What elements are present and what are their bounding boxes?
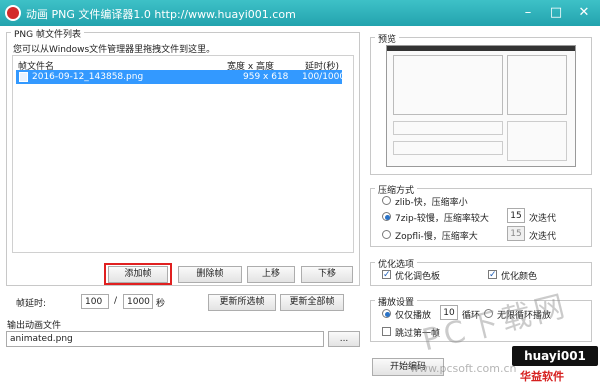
update-all-button[interactable]: 更新全部帧 — [280, 294, 344, 311]
huayi-logo: huayi001 — [512, 346, 598, 366]
png-file-icon — [19, 72, 28, 82]
update-selected-button[interactable]: 更新所选帧 — [208, 294, 276, 311]
frame-size: 959 x 618 — [243, 72, 289, 82]
delay-label: 帧延时: — [16, 299, 47, 309]
watermark-url: www.pcsoft.com.cn — [410, 362, 517, 375]
7zip-iterations-input[interactable]: 15 — [507, 208, 525, 223]
frame-list[interactable] — [12, 55, 354, 253]
delay-numerator-input[interactable]: 100 — [81, 294, 109, 309]
app-logo-icon — [5, 5, 21, 21]
move-down-button[interactable]: 下移 — [301, 266, 353, 283]
output-label: 输出动画文件 — [7, 321, 62, 331]
optimize-palette-checkbox[interactable]: ✓ — [382, 270, 391, 280]
delay-unit: 秒 — [156, 299, 166, 309]
window-title: 动画 PNG 文件编译器1.0 http://www.huayi001.com — [26, 8, 296, 21]
play-once-radio[interactable] — [382, 309, 391, 318]
frames-group-title: PNG 帧文件列表 — [11, 27, 84, 40]
maximize-icon[interactable]: □ — [544, 4, 568, 22]
frame-delay: 100/1000 — [302, 72, 346, 82]
delay-slash: / — [114, 296, 118, 306]
move-up-button[interactable]: 上移 — [247, 266, 295, 283]
huayi-logo-subtitle: 华益软件 — [520, 370, 564, 383]
zopfli-iterations-label: 次迭代 — [529, 232, 557, 242]
close-icon[interactable]: ✕ — [572, 4, 596, 22]
highlight-box — [104, 263, 172, 285]
frame-filename: 2016-09-12_143858.png — [32, 72, 144, 82]
zopfli-radio[interactable] — [382, 230, 391, 239]
7zip-iterations-label: 次迭代 — [529, 214, 557, 224]
7zip-label[interactable]: 7zip-较慢，压缩率较大 — [395, 211, 489, 224]
browse-button[interactable]: ... — [328, 331, 360, 347]
zopfli-iterations-input[interactable]: 15 — [507, 226, 525, 241]
minimize-icon[interactable]: – — [516, 4, 540, 22]
optimize-color-label[interactable]: 优化颜色 — [501, 269, 537, 282]
optimize-color-checkbox[interactable]: ✓ — [488, 270, 497, 280]
preview-image — [386, 45, 576, 167]
7zip-radio[interactable] — [382, 212, 391, 221]
output-file-input[interactable]: animated.png — [6, 331, 324, 347]
zlib-label[interactable]: zlib-快，压缩率小 — [395, 195, 468, 208]
optimize-palette-label[interactable]: 优化调色板 — [395, 269, 440, 282]
zopfli-label[interactable]: Zopfli-慢，压缩率大 — [395, 229, 478, 242]
skip-first-checkbox[interactable] — [382, 327, 391, 336]
playback-title: 播放设置 — [375, 295, 418, 308]
drag-hint: 您可以从Windows文件管理器里拖拽文件到这里。 — [13, 45, 216, 55]
delete-frame-button[interactable]: 删除帧 — [178, 266, 242, 283]
zlib-radio[interactable] — [382, 196, 391, 205]
preview-title: 预览 — [375, 32, 400, 45]
delay-denominator-input[interactable]: 1000 — [123, 294, 153, 309]
